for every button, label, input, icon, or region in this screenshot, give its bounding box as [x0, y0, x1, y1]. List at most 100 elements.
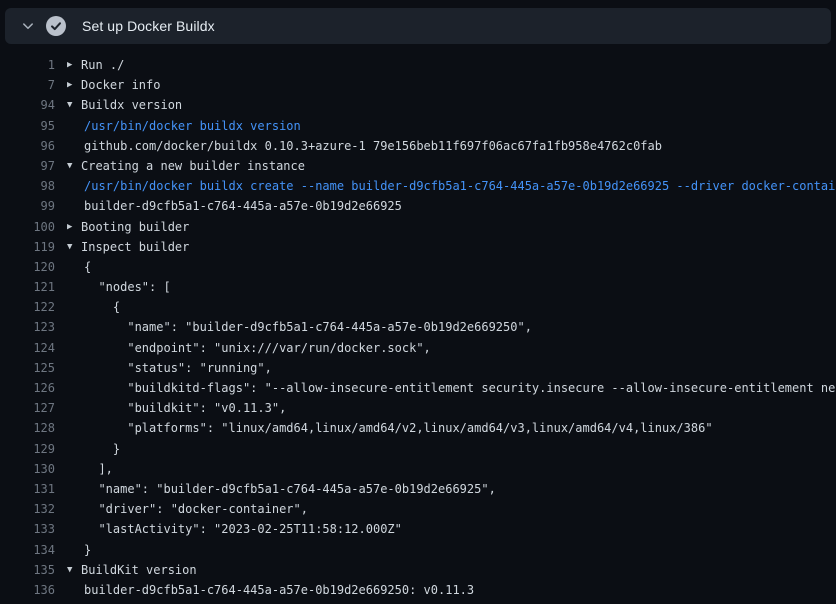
line-number[interactable]: 121 [0, 277, 55, 297]
line-number[interactable]: 128 [0, 418, 55, 438]
log-group-row[interactable]: 97▼Creating a new builder instance [0, 156, 836, 176]
log-line-row: 125 "status": "running", [0, 358, 836, 378]
line-number[interactable]: 130 [0, 459, 55, 479]
log-container: 1▶Run ./7▶Docker info94▼Buildx version95… [0, 44, 836, 604]
group-title: Buildx version [81, 95, 182, 115]
arrow-spacer [55, 418, 81, 438]
line-number[interactable]: 100 [0, 217, 55, 237]
arrow-spacer [55, 378, 81, 398]
output-text: "platforms": "linux/amd64,linux/amd64/v2… [84, 418, 713, 438]
log-line-row: 99 builder-d9cfb5a1-c764-445a-a57e-0b19d2… [0, 196, 836, 216]
arrow-spacer [55, 519, 81, 539]
log-line-row: 130 ], [0, 459, 836, 479]
log-line-row: 124 "endpoint": "unix:///var/run/docker.… [0, 338, 836, 358]
group-collapsed-icon[interactable]: ▶ [55, 55, 81, 75]
line-number[interactable]: 135 [0, 560, 55, 580]
output-text: } [84, 439, 120, 459]
group-title: Creating a new builder instance [81, 156, 305, 176]
output-text: "buildkit": "v0.11.3", [84, 398, 286, 418]
line-number[interactable]: 120 [0, 257, 55, 277]
log-group-row[interactable]: 94▼Buildx version [0, 95, 836, 115]
line-number[interactable]: 124 [0, 338, 55, 358]
arrow-spacer [55, 358, 81, 378]
log-group-row[interactable]: 100▶Booting builder [0, 217, 836, 237]
line-number[interactable]: 125 [0, 358, 55, 378]
log-line-row: 122 { [0, 297, 836, 317]
line-number[interactable]: 98 [0, 176, 55, 196]
group-collapsed-icon[interactable]: ▶ [55, 217, 81, 237]
output-text: "lastActivity": "2023-02-25T11:58:12.000… [84, 519, 402, 539]
output-text: "endpoint": "unix:///var/run/docker.sock… [84, 338, 431, 358]
output-text: "name": "builder-d9cfb5a1-c764-445a-a57e… [84, 317, 532, 337]
arrow-spacer [55, 580, 81, 600]
log-line-row: 128 "platforms": "linux/amd64,linux/amd6… [0, 418, 836, 438]
output-text: { [84, 257, 91, 277]
output-text: builder-d9cfb5a1-c764-445a-a57e-0b19d2e6… [84, 580, 474, 600]
group-collapsed-icon[interactable]: ▶ [55, 75, 81, 95]
group-expanded-icon[interactable]: ▼ [55, 560, 81, 580]
line-number[interactable]: 136 [0, 580, 55, 600]
output-text: "status": "running", [84, 358, 272, 378]
arrow-spacer [55, 196, 81, 216]
arrow-spacer [55, 338, 81, 358]
line-number[interactable]: 99 [0, 196, 55, 216]
arrow-spacer [55, 499, 81, 519]
log-line-row: 96github.com/docker/buildx 0.10.3+azure-… [0, 136, 836, 156]
output-text: "name": "builder-d9cfb5a1-c764-445a-a57e… [84, 479, 496, 499]
group-expanded-icon[interactable]: ▼ [55, 95, 81, 115]
output-text: builder-d9cfb5a1-c764-445a-a57e-0b19d2e6… [84, 196, 402, 216]
output-text: { [84, 297, 120, 317]
arrow-spacer [55, 459, 81, 479]
arrow-spacer [55, 439, 81, 459]
step-header[interactable]: Set up Docker Buildx [5, 8, 831, 44]
group-title: Docker info [81, 75, 160, 95]
arrow-spacer [55, 116, 81, 136]
check-circle-icon [46, 16, 66, 36]
arrow-spacer [55, 479, 81, 499]
chevron-down-icon[interactable] [21, 19, 35, 33]
log-group-row[interactable]: 1▶Run ./ [0, 55, 836, 75]
arrow-spacer [55, 297, 81, 317]
log-line-row: 133 "lastActivity": "2023-02-25T11:58:12… [0, 519, 836, 539]
log-line-row: 134} [0, 540, 836, 560]
line-number[interactable]: 94 [0, 95, 55, 115]
line-number[interactable]: 131 [0, 479, 55, 499]
log-group-row[interactable]: 7▶Docker info [0, 75, 836, 95]
output-text: } [84, 540, 91, 560]
line-number[interactable]: 123 [0, 317, 55, 337]
log-group-row[interactable]: 119▼Inspect builder [0, 237, 836, 257]
log-line-row: 131 "name": "builder-d9cfb5a1-c764-445a-… [0, 479, 836, 499]
arrow-spacer [55, 277, 81, 297]
line-number[interactable]: 7 [0, 75, 55, 95]
line-number[interactable]: 96 [0, 136, 55, 156]
log-group-row[interactable]: 135▼BuildKit version [0, 560, 836, 580]
line-number[interactable]: 132 [0, 499, 55, 519]
group-title: BuildKit version [81, 560, 197, 580]
line-number[interactable]: 1 [0, 55, 55, 75]
command-text: /usr/bin/docker buildx version [84, 116, 301, 136]
line-number[interactable]: 97 [0, 156, 55, 176]
line-number[interactable]: 129 [0, 439, 55, 459]
line-number[interactable]: 119 [0, 237, 55, 257]
arrow-spacer [55, 398, 81, 418]
log-line-row: 121 "nodes": [ [0, 277, 836, 297]
line-number[interactable]: 127 [0, 398, 55, 418]
output-text: ], [84, 459, 113, 479]
line-number[interactable]: 126 [0, 378, 55, 398]
group-title: Inspect builder [81, 237, 189, 257]
arrow-spacer [55, 136, 81, 156]
arrow-spacer [55, 540, 81, 560]
command-text: /usr/bin/docker buildx create --name bui… [84, 176, 836, 196]
group-expanded-icon[interactable]: ▼ [55, 237, 81, 257]
line-number[interactable]: 95 [0, 116, 55, 136]
line-number[interactable]: 133 [0, 519, 55, 539]
line-number[interactable]: 134 [0, 540, 55, 560]
group-title: Run ./ [81, 55, 124, 75]
line-number[interactable]: 122 [0, 297, 55, 317]
group-expanded-icon[interactable]: ▼ [55, 156, 81, 176]
arrow-spacer [55, 176, 81, 196]
log-line-row: 126 "buildkitd-flags": "--allow-insecure… [0, 378, 836, 398]
arrow-spacer [55, 317, 81, 337]
output-text: "nodes": [ [84, 277, 171, 297]
step-title: Set up Docker Buildx [82, 18, 215, 34]
